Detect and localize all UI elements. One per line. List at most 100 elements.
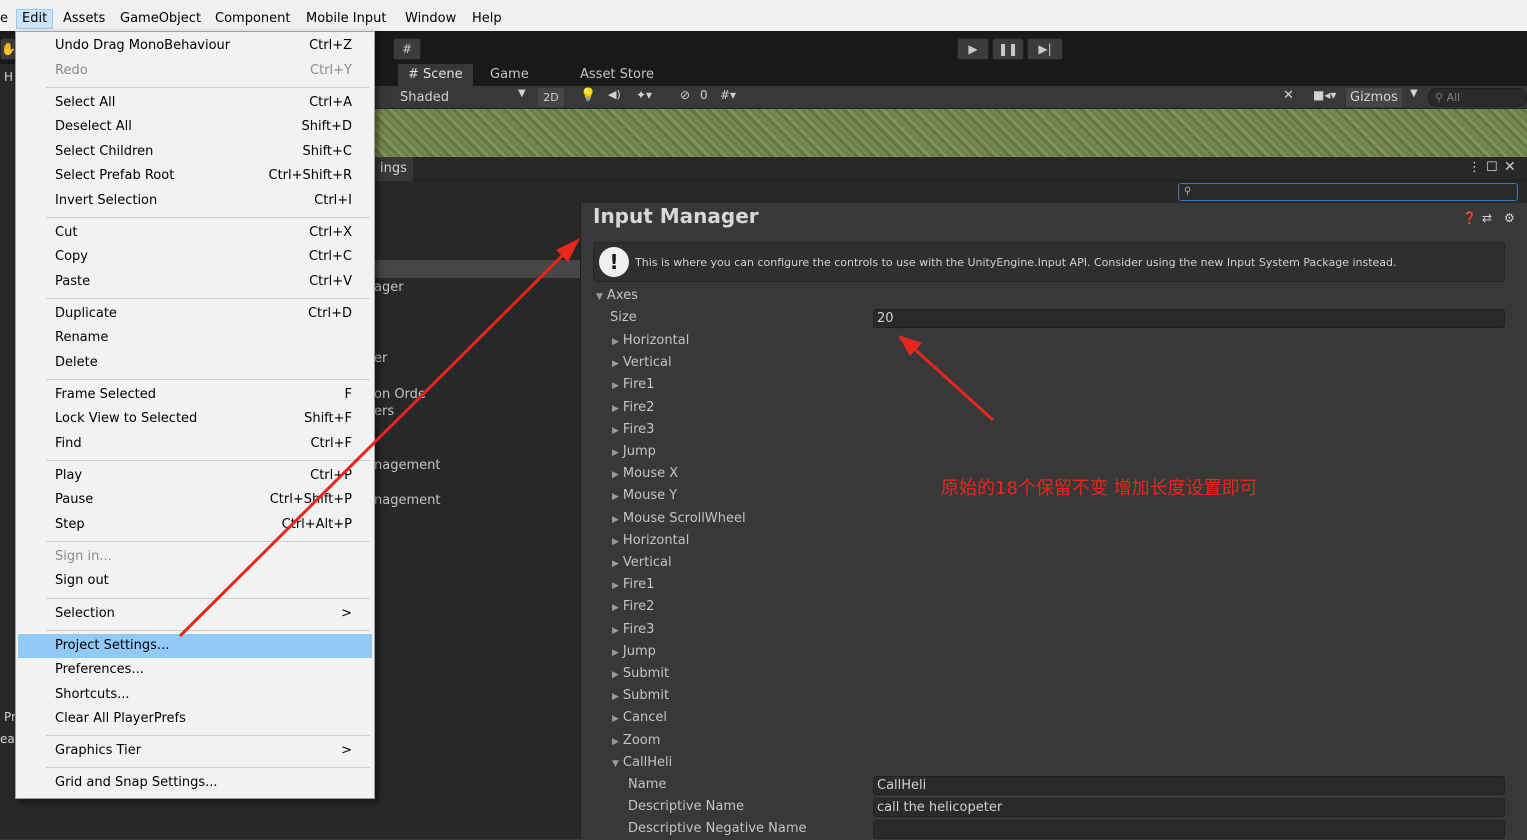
tab-project-settings[interactable]: ings xyxy=(374,157,413,181)
step-icon[interactable]: ▶| xyxy=(1027,38,1063,60)
shading-dropdown[interactable]: Shaded xyxy=(400,88,528,107)
category-player[interactable]: er xyxy=(374,351,387,366)
category-input-manager[interactable]: ager xyxy=(374,280,404,295)
foldout-open-icon[interactable]: ▼ xyxy=(612,759,619,769)
edit-menu-item[interactable]: Sign in... xyxy=(18,545,372,569)
edit-menu-item[interactable]: Redo Ctrl+Y xyxy=(18,59,372,83)
settings-search-input[interactable]: ⚲ xyxy=(1178,183,1518,201)
menu-help[interactable]: Help xyxy=(472,9,502,29)
axis-item[interactable]: ▶ Mouse X xyxy=(612,463,678,485)
menu-assets[interactable]: Assets xyxy=(63,9,105,29)
edit-menu-item[interactable]: Cut Ctrl+X xyxy=(18,221,372,245)
axes-foldout[interactable]: ▼ Axes xyxy=(596,285,638,307)
edit-menu-item[interactable]: Select All Ctrl+A xyxy=(18,91,372,115)
hand-tool-icon[interactable]: ✋ xyxy=(0,38,16,60)
descriptive-negative-name-field[interactable] xyxy=(873,820,1505,839)
edit-menu-item[interactable]: Deselect All Shift+D xyxy=(18,115,372,139)
foldout-closed-icon[interactable]: ▶ xyxy=(612,692,619,702)
axis-item-expanded[interactable]: ▼ CallHeli xyxy=(612,752,672,774)
edit-menu-item[interactable]: Sign out xyxy=(18,569,372,593)
edit-menu-item[interactable]: Undo Drag MonoBehaviour Ctrl+Z xyxy=(18,34,372,58)
play-icon[interactable]: ▶ xyxy=(957,38,989,60)
foldout-closed-icon[interactable]: ▶ xyxy=(612,515,619,525)
settings-gear-icon[interactable]: ⚙ xyxy=(1504,211,1515,225)
foldout-closed-icon[interactable]: ▶ xyxy=(612,626,619,636)
axis-item[interactable]: ▶ Vertical xyxy=(612,352,672,374)
more-options-icon[interactable]: ⋮ xyxy=(1468,160,1481,175)
foldout-closed-icon[interactable]: ▶ xyxy=(612,381,619,391)
axis-item[interactable]: ▶ Horizontal xyxy=(612,530,689,552)
edit-menu-item[interactable]: Shortcuts... xyxy=(18,683,372,707)
edit-menu-item[interactable]: Rename xyxy=(18,326,372,350)
grid-icon[interactable]: #▾ xyxy=(720,88,736,102)
edit-menu-item[interactable]: Grid and Snap Settings... xyxy=(18,771,372,795)
foldout-closed-icon[interactable]: ▶ xyxy=(612,359,619,369)
menu-gameobject[interactable]: GameObject xyxy=(120,9,201,29)
foldout-closed-icon[interactable]: ▶ xyxy=(612,603,619,613)
2d-toggle[interactable]: 2D xyxy=(538,88,564,107)
size-field[interactable]: 20 xyxy=(873,309,1505,328)
foldout-closed-icon[interactable]: ▶ xyxy=(612,714,619,724)
foldout-closed-icon[interactable]: ▶ xyxy=(612,537,619,547)
edit-menu-item[interactable]: Select Children Shift+C xyxy=(18,140,372,164)
close-icon[interactable]: ✕ xyxy=(1504,159,1516,175)
foldout-open-icon[interactable]: ▼ xyxy=(596,292,603,302)
audio-icon[interactable]: ◀) xyxy=(608,88,621,101)
axis-item[interactable]: ▶ Fire2 xyxy=(612,596,654,618)
foldout-closed-icon[interactable]: ▶ xyxy=(612,581,619,591)
foldout-closed-icon[interactable]: ▶ xyxy=(612,426,619,436)
axis-item[interactable]: ▶ Zoom xyxy=(612,730,660,752)
axis-item[interactable]: ▶ Cancel xyxy=(612,707,667,729)
edit-menu-item[interactable]: Invert Selection Ctrl+I xyxy=(18,189,372,213)
foldout-closed-icon[interactable]: ▶ xyxy=(612,470,619,480)
menu-mobile-input[interactable]: Mobile Input xyxy=(306,9,386,29)
effects-icon[interactable]: ✦▾ xyxy=(636,88,652,102)
tab-scene[interactable]: # Scene xyxy=(398,64,473,86)
menu-window[interactable]: Window xyxy=(405,9,456,29)
hidden-objects-icon[interactable]: ⊘ xyxy=(680,88,690,102)
foldout-closed-icon[interactable]: ▶ xyxy=(612,648,619,658)
scene-viewport[interactable] xyxy=(374,109,1527,157)
edit-menu-item[interactable]: Preferences... xyxy=(18,658,372,682)
edit-menu-item[interactable]: Selection > xyxy=(18,602,372,626)
edit-menu-item[interactable]: Graphics Tier > xyxy=(18,739,372,763)
edit-menu-item[interactable]: Step Ctrl+Alt+P xyxy=(18,513,372,537)
axis-item[interactable]: ▶ Fire1 xyxy=(612,374,654,396)
custom-tool-icon[interactable]: # xyxy=(393,38,421,60)
axis-item[interactable]: ▶ Submit xyxy=(612,685,669,707)
edit-menu-item[interactable]: Clear All PlayerPrefs xyxy=(18,707,372,731)
foldout-closed-icon[interactable]: ▶ xyxy=(612,670,619,680)
menu-file-fragment[interactable]: e xyxy=(0,9,8,29)
camera-icon[interactable]: ■◂▾ xyxy=(1313,88,1336,102)
edit-menu-item[interactable]: Lock View to Selected Shift+F xyxy=(18,407,372,431)
edit-menu-item[interactable]: Delete xyxy=(18,351,372,375)
foldout-closed-icon[interactable]: ▶ xyxy=(612,337,619,347)
name-field[interactable]: CallHeli xyxy=(873,776,1505,795)
menu-edit[interactable]: Edit xyxy=(16,9,54,29)
axis-item[interactable]: ▶ Fire3 xyxy=(612,619,654,641)
scene-search-input[interactable]: ⚲ All xyxy=(1428,88,1527,107)
foldout-closed-icon[interactable]: ▶ xyxy=(612,448,619,458)
pause-icon[interactable]: ❚❚ xyxy=(992,38,1024,60)
edit-menu-item[interactable]: Select Prefab Root Ctrl+Shift+R xyxy=(18,164,372,188)
descriptive-name-field[interactable]: call the helicopeter xyxy=(873,798,1505,817)
axis-item[interactable]: ▶ Mouse ScrollWheel xyxy=(612,508,746,530)
foldout-closed-icon[interactable]: ▶ xyxy=(612,404,619,414)
category-xr-management[interactable]: nagement xyxy=(374,493,440,508)
presets-icon[interactable]: ⇄ xyxy=(1482,211,1492,225)
lighting-icon[interactable]: 💡 xyxy=(580,88,596,103)
category-version-management[interactable]: nagement xyxy=(374,458,440,473)
axis-item[interactable]: ▶ Fire2 xyxy=(612,397,654,419)
gizmos-dropdown[interactable]: Gizmos xyxy=(1346,88,1402,107)
axis-item[interactable]: ▶ Mouse Y xyxy=(612,485,677,507)
help-icon[interactable]: ❓ xyxy=(1462,211,1477,225)
axis-item[interactable]: ▶ Fire3 xyxy=(612,419,654,441)
edit-menu-item[interactable]: Copy Ctrl+C xyxy=(18,245,372,269)
edit-menu-item[interactable]: Duplicate Ctrl+D xyxy=(18,302,372,326)
foldout-closed-icon[interactable]: ▶ xyxy=(612,492,619,502)
axis-item[interactable]: ▶ Horizontal xyxy=(612,330,689,352)
edit-menu-item[interactable]: Frame Selected F xyxy=(18,383,372,407)
foldout-closed-icon[interactable]: ▶ xyxy=(612,559,619,569)
maximize-icon[interactable]: ☐ xyxy=(1486,160,1498,175)
axis-item[interactable]: ▶ Jump xyxy=(612,441,656,463)
